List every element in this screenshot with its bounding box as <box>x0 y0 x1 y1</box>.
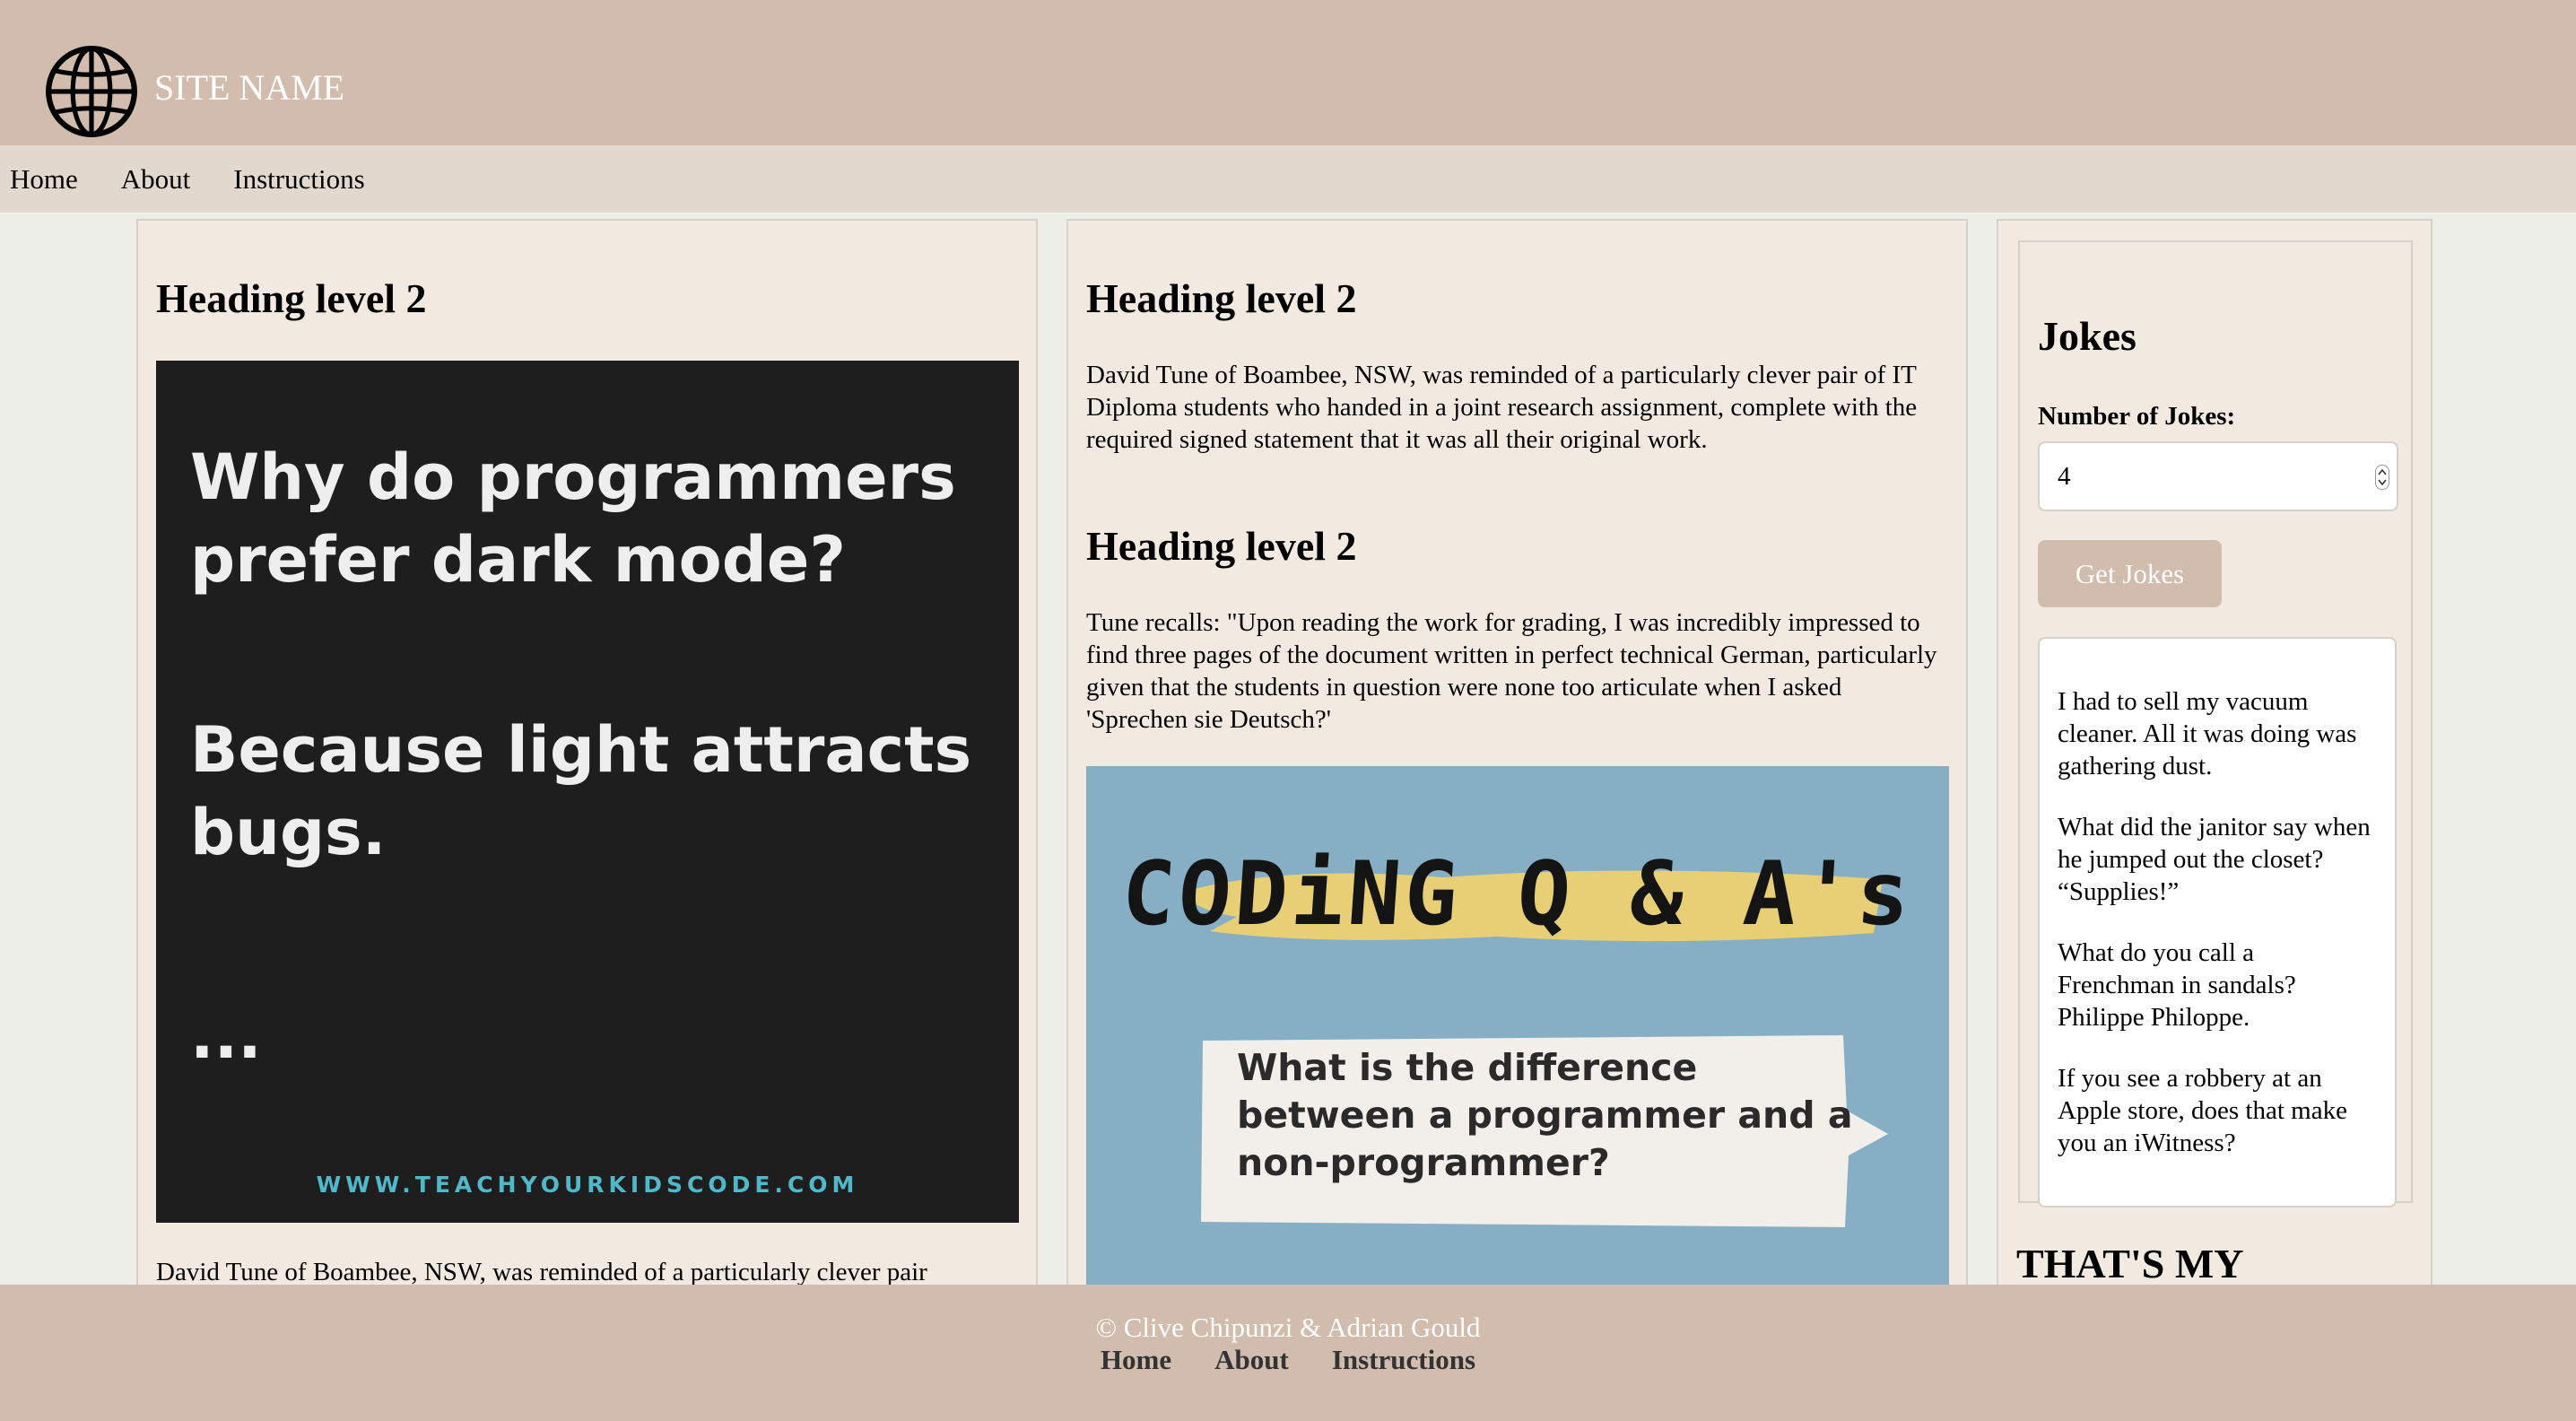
coding-qa-question: What is the difference between a program… <box>1237 1046 1853 1184</box>
footer-instructions-link[interactable]: Instructions <box>1332 1344 1475 1375</box>
column2-heading-2: Heading level 2 <box>1086 523 1357 569</box>
footer-home-link[interactable]: Home <box>1101 1344 1171 1375</box>
joke-item: What did the janitor say when he jumped … <box>2058 813 2371 906</box>
stepper-arrows-icon[interactable] <box>2375 465 2389 490</box>
number-of-jokes-input[interactable] <box>2038 441 2398 511</box>
site-header: SITE NAME <box>0 0 2576 145</box>
main-nav: Home About Instructions <box>0 145 2576 213</box>
get-jokes-button[interactable]: Get Jokes <box>2038 540 2222 607</box>
jokes-widget: Jokes Number of Jokes: Get Jokes I had t… <box>2018 240 2413 1207</box>
number-of-jokes-label: Number of Jokes: <box>2038 402 2236 431</box>
joke-item: If you see a robbery at an Apple store, … <box>2058 1064 2347 1157</box>
joke-image-question: Why do programmers prefer dark mode? <box>190 440 956 597</box>
joke-item: What do you call a Frenchman in sandals?… <box>2058 938 2296 1032</box>
site-name[interactable]: SITE NAME <box>154 66 344 109</box>
promo-heading: THAT'S MY <box>2016 1241 2244 1286</box>
joke-item: I had to sell my vacuum cleaner. All it … <box>2058 687 2357 780</box>
copyright-text: © Clive Chipunzi & Adrian Gould <box>1095 1312 1481 1343</box>
footer-nav: Home About Instructions <box>0 1344 2576 1376</box>
jokes-sidebar: Jokes Number of Jokes: Get Jokes I had t… <box>1997 219 2432 1421</box>
column2-heading-1: Heading level 2 <box>1086 275 1357 321</box>
content-column-2: Heading level 2 David Tune of Boambee, N… <box>1066 219 1968 1421</box>
nav-about-link[interactable]: About <box>121 163 191 196</box>
column1-heading: Heading level 2 <box>156 275 427 321</box>
joke-image-dots: ... <box>190 999 262 1073</box>
column2-paragraph-1: David Tune of Boambee, NSW, was reminded… <box>1086 361 1918 454</box>
site-footer: © Clive Chipunzi & Adrian Gould Home Abo… <box>0 1285 2576 1421</box>
joke-image-url: WWW.TEACHYOURKIDSCODE.COM <box>316 1172 859 1198</box>
nav-instructions-link[interactable]: Instructions <box>233 163 364 196</box>
column2-paragraph-2: Tune recalls: "Upon reading the work for… <box>1086 608 1937 734</box>
content-column-1: Heading level 2 Why do programmers prefe… <box>136 219 1038 1421</box>
footer-about-link[interactable]: About <box>1214 1344 1289 1375</box>
joke-image-answer: Because light attracts bugs. <box>190 713 972 869</box>
nav-home-link[interactable]: Home <box>10 163 78 196</box>
jokes-title: Jokes <box>2038 313 2137 359</box>
jokes-list[interactable]: I had to sell my vacuum cleaner. All it … <box>2038 637 2397 1207</box>
globe-icon[interactable] <box>45 45 138 138</box>
column1-paragraph: David Tune of Boambee, NSW, was reminded… <box>156 1258 927 1286</box>
dark-mode-joke-image: Why do programmers prefer dark mode? Bec… <box>156 361 1019 1223</box>
coding-qa-title: CODiNG Q & A's <box>1118 843 1917 946</box>
